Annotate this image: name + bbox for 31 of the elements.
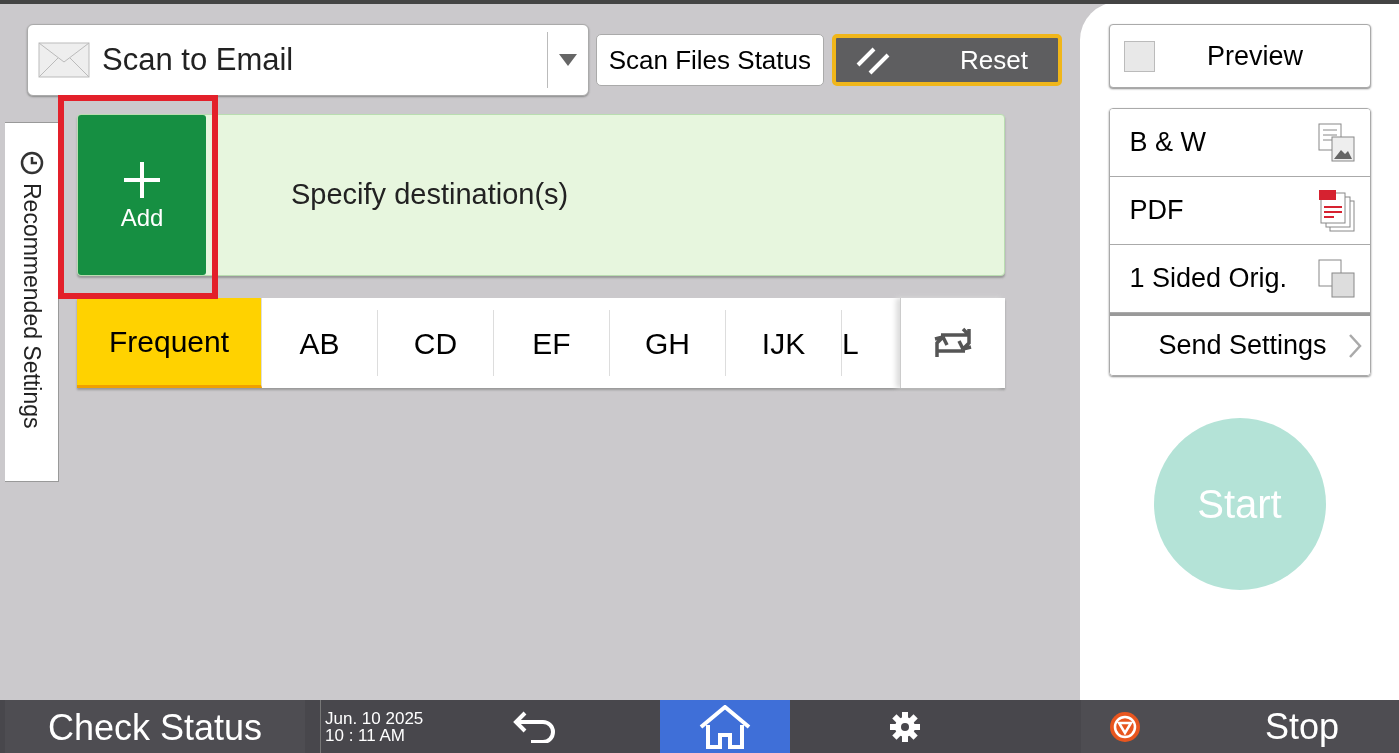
- destination-prompt: Specify destination(s): [291, 177, 569, 213]
- send-settings-button[interactable]: Send Settings: [1109, 313, 1370, 375]
- home-button[interactable]: [660, 700, 790, 753]
- preview-button[interactable]: Preview: [1108, 24, 1371, 88]
- time-text: 10 : 11 AM: [325, 726, 406, 744]
- mode-dropdown[interactable]: Scan to Email: [27, 24, 589, 96]
- reset-button[interactable]: Reset: [832, 34, 1062, 86]
- home-icon: [699, 704, 751, 749]
- plus-icon: [122, 160, 162, 200]
- stop-button[interactable]: Stop: [1081, 700, 1399, 753]
- page-sides-icon: [1317, 258, 1356, 299]
- index-tab[interactable]: Frequent: [77, 298, 262, 388]
- back-arrow-icon: [513, 710, 557, 743]
- check-status-button[interactable]: Check Status: [5, 700, 305, 753]
- chevron-right-icon: [1347, 333, 1362, 359]
- envelope-icon: [38, 42, 90, 78]
- setting-item[interactable]: B & W: [1109, 109, 1370, 177]
- pdf-file-icon: [1317, 188, 1356, 233]
- slash-icon: [856, 45, 890, 75]
- date-text: Jun. 10 2025: [325, 709, 425, 727]
- recommended-settings-tab[interactable]: Recommended Settings: [5, 122, 59, 482]
- gear-icon: [888, 709, 922, 744]
- stop-icon: [1109, 710, 1141, 743]
- add-button[interactable]: Add: [78, 115, 206, 275]
- setting-item[interactable]: PDF: [1109, 177, 1370, 245]
- color-mode-icon: [1317, 122, 1356, 163]
- clock-icon: [19, 151, 44, 175]
- caret-icon: [559, 54, 577, 66]
- scan-files-status-button[interactable]: Scan Files Status: [595, 34, 824, 86]
- swap-arrows-icon: [933, 327, 973, 359]
- setting-item[interactable]: 1 Sided Orig.: [1109, 245, 1370, 313]
